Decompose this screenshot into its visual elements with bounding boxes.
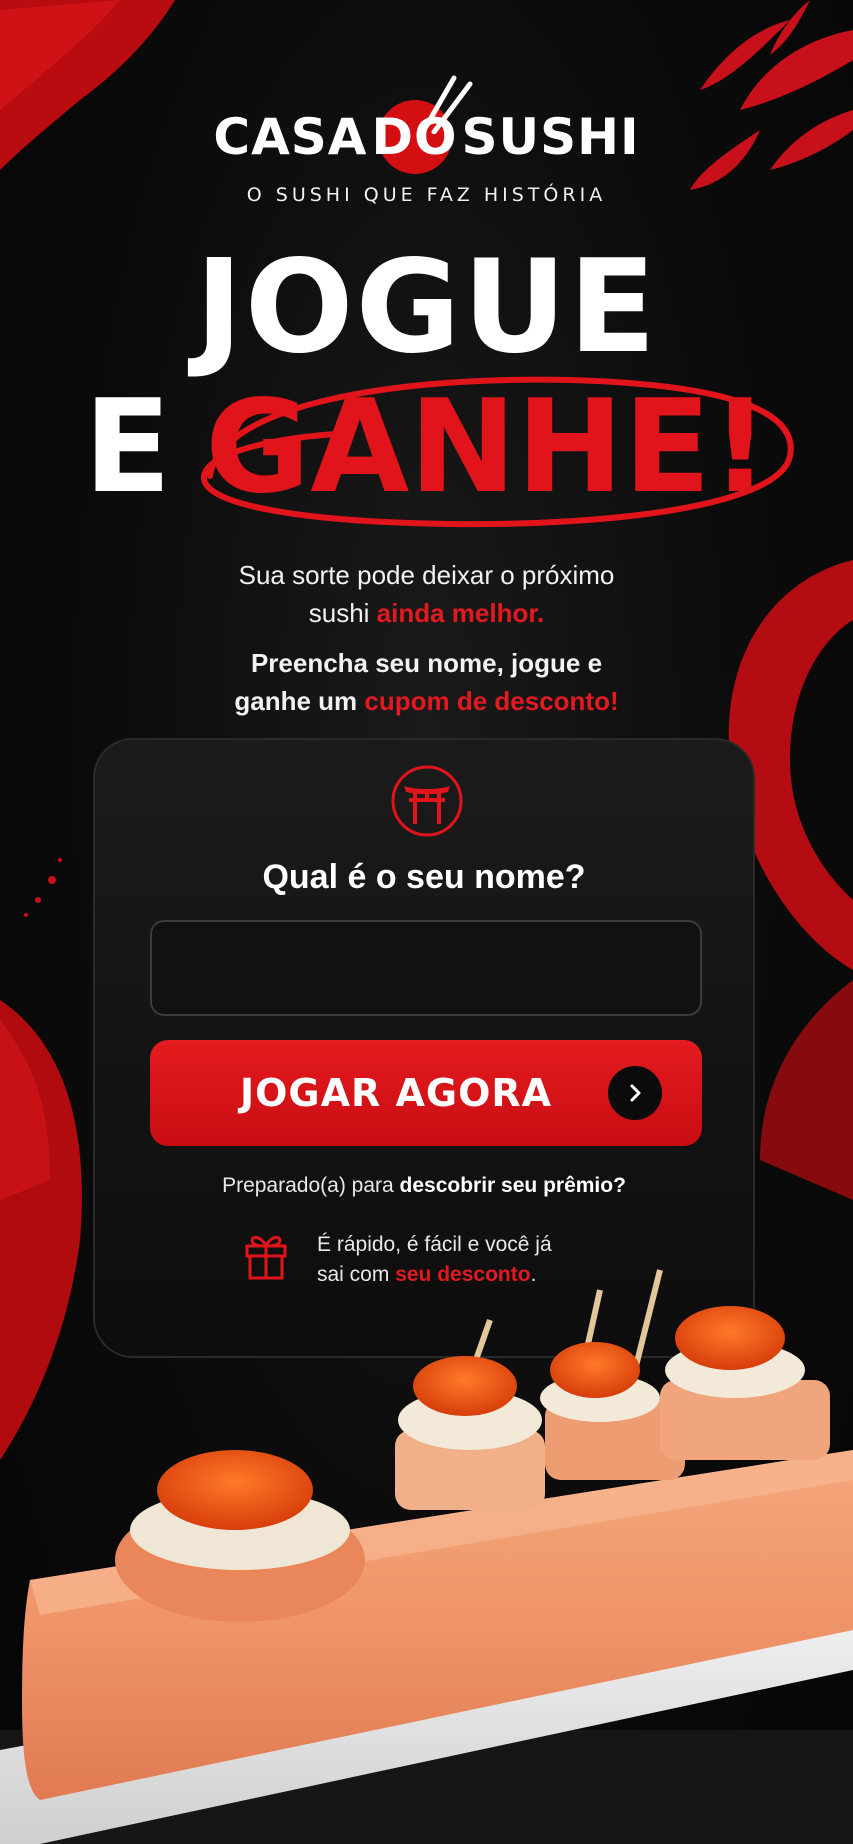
headline: JOGUE E GANHE! bbox=[0, 233, 853, 528]
brand-name-do-badge: DO bbox=[372, 75, 473, 174]
intro-cta: Preencha seu nome, jogue e ganhe um cupo… bbox=[0, 644, 853, 720]
intro-line2-plain: sushi bbox=[308, 598, 377, 628]
intro-line4-plain: ganhe um bbox=[234, 686, 365, 716]
headline-line2-left: E bbox=[83, 373, 172, 522]
brand-name-left: CASA bbox=[213, 108, 368, 166]
brand-name-right: SUSHI bbox=[461, 108, 640, 166]
ready-bold: descobrir seu prêmio? bbox=[399, 1174, 626, 1197]
intro-line2-highlight: ainda melhor. bbox=[376, 598, 545, 628]
chopsticks-icon bbox=[421, 75, 473, 134]
ready-text: Preparado(a) para descobrir seu prêmio? bbox=[95, 1174, 753, 1198]
name-input[interactable] bbox=[150, 920, 702, 1016]
torii-gate-icon bbox=[391, 765, 463, 837]
brand-logo: CASA DO SUSHI O SUSHI QUE FAZ HISTÓRIA bbox=[0, 75, 853, 206]
intro-line2: sushi ainda melhor. bbox=[0, 594, 853, 632]
intro-line3: Preencha seu nome, jogue e bbox=[250, 648, 603, 678]
intro-text: Sua sorte pode deixar o próximo sushi ai… bbox=[0, 556, 853, 720]
intro-line4-highlight: cupom de desconto! bbox=[364, 686, 619, 716]
red-brush-circle-decoration bbox=[201, 376, 794, 528]
play-now-label: JOGAR AGORA bbox=[239, 1071, 553, 1115]
brand-tagline: O SUSHI QUE FAZ HISTÓRIA bbox=[246, 184, 607, 206]
chevron-right-icon bbox=[608, 1066, 662, 1120]
brand-name: CASA DO SUSHI bbox=[0, 75, 853, 174]
headline-line1: JOGUE bbox=[195, 233, 658, 382]
name-question: Qual é o seu nome? bbox=[262, 858, 586, 896]
sushi-photo bbox=[0, 1269, 853, 1844]
play-now-button[interactable]: JOGAR AGORA bbox=[150, 1040, 702, 1146]
intro-line4: ganhe um cupom de desconto! bbox=[0, 682, 853, 720]
intro-line1: Sua sorte pode deixar o próximo bbox=[238, 560, 615, 590]
ready-plain: Preparado(a) para bbox=[222, 1174, 400, 1197]
